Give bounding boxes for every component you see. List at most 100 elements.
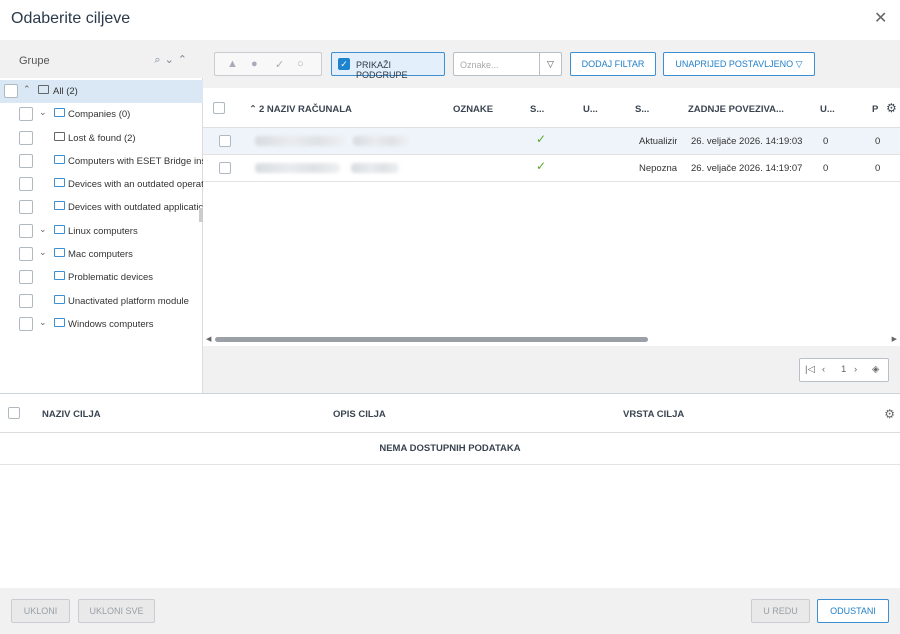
tree-checkbox[interactable] bbox=[19, 200, 33, 215]
error-icon[interactable]: ● bbox=[251, 58, 258, 70]
cancel-button[interactable]: ODUSTANI bbox=[817, 599, 889, 623]
tree-item-label: Computers with ESET Bridge inst bbox=[68, 155, 203, 167]
status-filter-group: ▲ ● ✓ ○ bbox=[214, 52, 322, 76]
tree-checkbox[interactable] bbox=[19, 316, 33, 331]
dynamic-group-icon bbox=[54, 224, 65, 234]
chevron-down-icon[interactable]: ⌄ bbox=[39, 107, 47, 118]
column-target-description[interactable]: OPIS CILJA bbox=[333, 409, 386, 420]
folder-icon bbox=[38, 85, 49, 94]
tree-checkbox[interactable] bbox=[19, 293, 33, 308]
next-page-icon[interactable]: › bbox=[854, 364, 857, 375]
tree-item[interactable]: Devices with outdated applicatic bbox=[0, 196, 203, 219]
chevron-up-icon[interactable]: ⌃ bbox=[23, 84, 31, 95]
tree-item[interactable]: Unactivated platform module bbox=[0, 290, 203, 313]
tree-item[interactable]: ⌄ Windows computers bbox=[0, 313, 203, 336]
column-target-type[interactable]: VRSTA CILJA bbox=[623, 409, 684, 420]
tree-item[interactable]: Lost & found (2) bbox=[0, 127, 203, 150]
column-last-connected[interactable]: ZADNJE POVEZIVA... bbox=[688, 104, 784, 115]
tree-item-label: Linux computers bbox=[68, 225, 138, 237]
dynamic-group-icon bbox=[54, 154, 65, 164]
select-all-checkbox[interactable] bbox=[213, 102, 225, 114]
column-status[interactable]: S... bbox=[530, 104, 544, 115]
ok-icon[interactable]: ✓ bbox=[275, 58, 284, 71]
tree-checkbox[interactable] bbox=[19, 223, 33, 238]
folder-icon bbox=[54, 131, 65, 141]
tree-checkbox[interactable] bbox=[19, 107, 33, 122]
computers-table-header: ⌃ 2 NAZIV RAČUNALA OZNAKE S... U... S...… bbox=[203, 88, 900, 128]
tree-item-label: Mac computers bbox=[68, 249, 133, 261]
add-filter-button[interactable]: DODAJ FILTAR bbox=[570, 52, 656, 76]
chevron-down-icon[interactable]: ▽ bbox=[539, 53, 561, 75]
column-p[interactable]: P bbox=[872, 104, 878, 115]
dynamic-group-icon bbox=[54, 178, 65, 188]
scroll-left-icon[interactable]: ◀ bbox=[206, 335, 211, 343]
column-computer-name[interactable]: 2 NAZIV RAČUNALA bbox=[259, 104, 352, 115]
dynamic-group-icon bbox=[54, 201, 65, 211]
u-value: 0 bbox=[823, 163, 829, 174]
tags-placeholder: Oznake... bbox=[460, 60, 499, 70]
tree-item-label: Lost & found (2) bbox=[68, 132, 136, 144]
settings-gear-icon[interactable]: ⚙ bbox=[884, 407, 895, 421]
row-checkbox[interactable] bbox=[219, 162, 231, 174]
tree-checkbox[interactable] bbox=[19, 153, 33, 168]
dynamic-group-icon bbox=[54, 317, 65, 327]
first-page-icon[interactable]: |◁ bbox=[805, 364, 815, 375]
tree-item[interactable]: ⌄ Companies (0) bbox=[0, 103, 203, 126]
tree-checkbox[interactable] bbox=[19, 247, 33, 262]
blurred-ip bbox=[353, 136, 408, 146]
row-checkbox[interactable] bbox=[219, 135, 231, 147]
column-tags[interactable]: OZNAKE bbox=[453, 104, 493, 115]
chevron-down-icon[interactable]: ⌄ bbox=[39, 247, 47, 258]
tree-checkbox[interactable] bbox=[19, 270, 33, 285]
collapse-all-icon[interactable]: ⌃ bbox=[178, 54, 191, 66]
tree-item[interactable]: ⌃ All (2) bbox=[0, 80, 203, 104]
column-s2[interactable]: S... bbox=[635, 104, 649, 115]
pager: |◁ ‹ 1 › ◈ bbox=[799, 358, 889, 382]
p-value: 0 bbox=[875, 136, 881, 147]
column-target-name[interactable]: NAZIV CILJA bbox=[42, 409, 101, 420]
last-connected: 26. veljače 2026. 14:19:03 bbox=[691, 136, 803, 147]
remove-button[interactable]: UKLONI bbox=[11, 599, 70, 623]
show-subgroups-toggle[interactable]: ✓ PRIKAŽI PODGRUPE bbox=[331, 52, 445, 80]
filter-toolbar: ▲ ● ✓ ○ ✓ PRIKAŽI PODGRUPE Oznake... ▽ D… bbox=[203, 40, 900, 88]
show-subgroups-label: PRIKAŽI PODGRUPE bbox=[356, 60, 408, 80]
tree-item-label: All (2) bbox=[53, 86, 78, 97]
tree-item[interactable]: ⌄ Linux computers bbox=[0, 220, 203, 243]
settings-gear-icon[interactable]: ⚙ bbox=[886, 101, 897, 115]
warning-icon[interactable]: ▲ bbox=[227, 58, 238, 70]
close-icon[interactable]: ✕ bbox=[874, 11, 888, 27]
tree-item[interactable]: Computers with ESET Bridge inst bbox=[0, 150, 203, 173]
blurred-computer-name bbox=[255, 136, 345, 146]
groups-header-icons: ⌕⌄⌃ bbox=[154, 53, 191, 67]
tree-item[interactable]: ⌄ Mac computers bbox=[0, 243, 203, 266]
layers-icon[interactable]: ◈ bbox=[872, 364, 879, 375]
p-value: 0 bbox=[875, 163, 881, 174]
tree-item[interactable]: Problematic devices bbox=[0, 266, 203, 289]
tree-checkbox[interactable] bbox=[19, 177, 33, 192]
last-connected: 26. veljače 2026. 14:19:07 bbox=[691, 163, 803, 174]
empty-state: NEMA DOSTUPNIH PODATAKA bbox=[0, 433, 900, 465]
horizontal-scrollbar[interactable] bbox=[215, 337, 648, 342]
tree-checkbox[interactable] bbox=[4, 84, 18, 98]
remove-all-button[interactable]: UKLONI SVE bbox=[78, 599, 155, 623]
scroll-right-icon[interactable]: ▶ bbox=[892, 335, 897, 343]
column-u2[interactable]: U... bbox=[820, 104, 835, 115]
groups-panel: Grupe ⌕⌄⌃ ⌃ All (2) ⌄ Companies (0) Lost & f… bbox=[0, 40, 203, 393]
chevron-down-icon[interactable]: ⌄ bbox=[39, 224, 47, 235]
unknown-icon[interactable]: ○ bbox=[297, 58, 304, 70]
table-row[interactable]: ✓ Aktualizir 26. veljače 2026. 14:19:03 … bbox=[203, 128, 900, 155]
select-all-targets-checkbox[interactable] bbox=[8, 407, 20, 419]
prev-page-icon[interactable]: ‹ bbox=[822, 364, 825, 375]
tags-select[interactable]: Oznake... ▽ bbox=[453, 52, 562, 76]
tree-checkbox[interactable] bbox=[19, 130, 33, 145]
chevron-down-icon[interactable]: ⌄ bbox=[39, 317, 47, 328]
search-icon[interactable]: ⌕ bbox=[154, 54, 164, 66]
table-row[interactable]: ✓ Nepozna 26. veljače 2026. 14:19:07 0 0 bbox=[203, 155, 900, 182]
companies-icon bbox=[54, 108, 65, 118]
tree-item[interactable]: Devices with an outdated operat bbox=[0, 173, 203, 196]
expand-all-icon[interactable]: ⌄ bbox=[165, 54, 178, 66]
preset-button[interactable]: UNAPRIJED POSTAVLJENO ▽ bbox=[663, 52, 815, 76]
ok-button[interactable]: U REDU bbox=[751, 599, 810, 623]
blurred-computer-name bbox=[255, 163, 340, 173]
column-u1[interactable]: U... bbox=[583, 104, 598, 115]
